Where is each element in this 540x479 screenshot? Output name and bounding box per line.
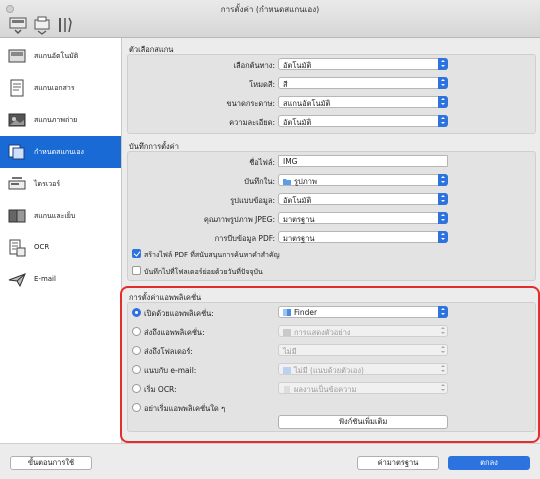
pdf-compression-label: การบีบข้อมูล PDF: [214, 234, 275, 243]
data-format-label: รูปแบบข้อมูล: [230, 196, 275, 205]
sidebar-item-label: สแกนและเย็บ [34, 212, 76, 220]
stitch-icon [8, 209, 26, 223]
resolution-select[interactable]: อัตโนมัติ [278, 115, 448, 127]
keyword-pdf-checkbox[interactable] [132, 249, 141, 258]
chevron-updown-icon [438, 193, 448, 205]
instructions-button[interactable]: ขั้นตอนการใช้ [10, 456, 92, 470]
general-settings-icon[interactable] [32, 15, 52, 35]
sidebar-item-label: OCR [34, 243, 50, 251]
scan-options-group: เลือกต้นทาง: อัตโนมัติ โหมดสี: สี ขนาดกร… [127, 54, 536, 134]
sidebar: สแกนอัตโนมัติ สแกนเอกสาร สแกนภาพถ่าย กำห… [0, 38, 122, 443]
sidebar-item-photo-scan[interactable]: สแกนภาพถ่าย [0, 104, 121, 136]
sidebar-item-email[interactable]: E-mail [0, 264, 121, 296]
chevron-updown-icon [438, 115, 448, 127]
title-bar: การตั้งค่า (กำหนดสแกนเอง) [0, 0, 540, 38]
sidebar-item-stitch[interactable]: สแกนและเย็บ [0, 200, 121, 232]
document-scan-icon [10, 79, 24, 97]
chevron-updown-icon [438, 96, 448, 108]
subfolder-date-label: บันทึกไปที่โฟลเดอร์ย่อยด้วยวันที่ปัจจุบั… [144, 268, 263, 276]
jpeg-quality-label: คุณภาพรูปภาพ JPEG: [203, 215, 275, 224]
window-title: การตั้งค่า (กำหนดสแกนเอง) [220, 5, 320, 14]
paper-size-label: ขนาดกระดาษ: [226, 99, 276, 108]
save-in-label: บันทึกใน: [244, 177, 275, 186]
chevron-updown-icon [438, 212, 448, 224]
save-in-select[interactable]: รูปภาพ [278, 174, 448, 186]
color-mode-label: โหมดสี: [249, 80, 275, 89]
data-format-select[interactable]: อัตโนมัติ [278, 193, 448, 205]
source-label: เลือกต้นทาง: [233, 61, 275, 70]
resolution-label: ความละเอียด: [229, 118, 275, 127]
sidebar-item-label: สแกนภาพถ่าย [34, 116, 78, 124]
chevron-updown-icon [438, 58, 448, 70]
sidebar-item-label: กำหนดสแกนเอง [34, 148, 84, 156]
folder-icon [283, 179, 291, 185]
file-name-input[interactable]: IMG [278, 155, 448, 167]
color-mode-select[interactable]: สี [278, 77, 448, 89]
ocr-icon [9, 239, 26, 257]
highlight-frame [120, 286, 540, 443]
footer-bar: ขั้นตอนการใช้ ค่ามาตรฐาน ตกลง [0, 443, 540, 479]
photo-scan-icon [8, 113, 26, 127]
save-settings-group: ชื่อไฟล์: IMG บันทึกใน: รูปภาพ รูปแบบข้อ… [127, 151, 536, 281]
custom-scan-icon [8, 144, 25, 160]
chevron-updown-icon [438, 174, 448, 186]
tools-icon[interactable] [55, 15, 75, 35]
sidebar-item-label: สแกนอัตโนมัติ [34, 52, 79, 60]
chevron-updown-icon [438, 77, 448, 89]
sidebar-item-driver[interactable]: ไดรเวอร์ [0, 168, 121, 200]
defaults-button[interactable]: ค่ามาตรฐาน [357, 456, 439, 470]
pdf-compression-select[interactable]: มาตรฐาน [278, 231, 448, 243]
email-icon [8, 273, 26, 288]
file-name-label: ชื่อไฟล์: [249, 158, 275, 167]
driver-icon [8, 177, 26, 190]
scan-settings-icon[interactable] [8, 15, 28, 35]
subfolder-date-checkbox[interactable] [132, 266, 141, 275]
sidebar-item-label: E-mail [34, 275, 56, 283]
paper-size-select[interactable]: สแกนอัตโนมัติ [278, 96, 448, 108]
chevron-updown-icon [438, 231, 448, 243]
keyword-pdf-label: สร้างไฟล์ PDF ที่สนับสนุนการค้นหาคำสำคัญ [144, 251, 280, 259]
source-select[interactable]: อัตโนมัติ [278, 58, 448, 70]
sidebar-item-document-scan[interactable]: สแกนเอกสาร [0, 72, 121, 104]
ok-button[interactable]: ตกลง [448, 456, 530, 470]
jpeg-quality-select[interactable]: มาตรฐาน [278, 212, 448, 224]
sidebar-item-ocr[interactable]: OCR [0, 232, 121, 264]
auto-scan-icon [8, 49, 26, 63]
sidebar-item-auto-scan[interactable]: สแกนอัตโนมัติ [0, 40, 121, 72]
sidebar-item-custom-scan[interactable]: กำหนดสแกนเอง [0, 136, 121, 168]
sidebar-item-label: ไดรเวอร์ [34, 180, 61, 188]
sidebar-item-label: สแกนเอกสาร [34, 84, 75, 92]
